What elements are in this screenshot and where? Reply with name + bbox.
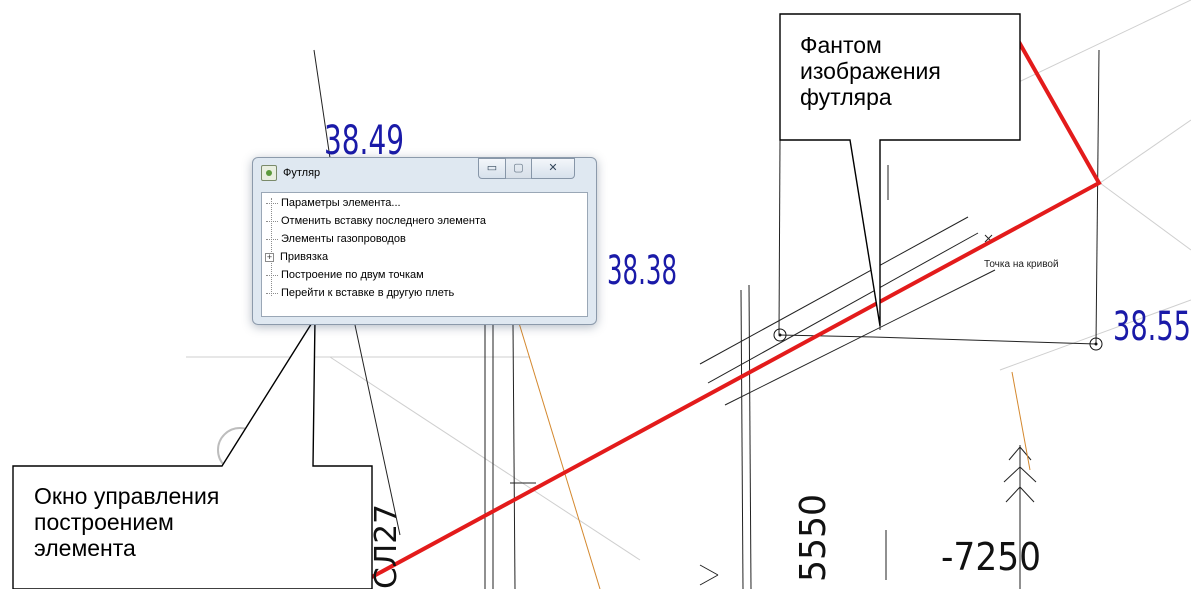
dim-label-7250: -7250 [941, 535, 1041, 579]
window-callout-line: Окно управления [34, 483, 220, 509]
tree-item-element-params[interactable]: Параметры элемента... [266, 194, 401, 212]
dim-label-3855: 38.55 [1113, 304, 1191, 350]
tree-item-label: Перейти к вставке в другую плеть [281, 287, 455, 299]
phantom-callout-text: Фантом изображения футляра [800, 32, 941, 110]
tree-connector [266, 220, 278, 222]
tree-item-label: Привязка [280, 251, 329, 263]
command-tree[interactable]: Параметры элемента... Отменить вставку п… [261, 192, 588, 317]
close-button[interactable]: ✕ [531, 158, 575, 179]
phantom-callout-line: изображения [800, 58, 941, 84]
dim-label-3838: 38.38 [607, 248, 677, 294]
window-callout-line: построением [34, 509, 174, 535]
futlyar-dialog[interactable]: Футляр ▭ ▢ ✕ Параметры элемента... Отмен… [252, 157, 597, 325]
tree-item-snap[interactable]: + Привязка [265, 248, 329, 266]
tree-item-gas-elements[interactable]: Элементы газопроводов [266, 230, 406, 248]
maximize-button[interactable]: ▢ [505, 158, 532, 179]
tree-item-label: Построение по двум точкам [281, 269, 424, 281]
maximize-icon: ▢ [513, 162, 524, 174]
tree-item-label: Элементы газопроводов [281, 233, 406, 245]
window-callout-line: элемента [34, 535, 136, 561]
minimize-icon: ▭ [486, 162, 498, 174]
point-on-curve-label: Точка на кривой [984, 259, 1059, 270]
tree-connector [266, 292, 278, 294]
tree-connector [266, 274, 278, 276]
close-icon: ✕ [548, 162, 558, 174]
tree-item-label: Отменить вставку последнего элемента [281, 215, 487, 227]
tree-connector [266, 238, 278, 240]
tree-item-two-points[interactable]: Построение по двум точкам [266, 266, 424, 284]
window-callout-text: Окно управления построением элемента [34, 483, 219, 561]
tree-connector [266, 202, 278, 204]
dialog-title: Футляр [283, 167, 321, 179]
phantom-callout-line: футляра [800, 84, 892, 110]
phantom-callout-line: Фантом [800, 32, 882, 58]
tree-item-label: Параметры элемента... [281, 197, 401, 209]
dim-label-5550: 5550 [793, 494, 834, 582]
minimize-button[interactable]: ▭ [478, 158, 506, 179]
app-icon [261, 165, 277, 181]
tree-item-other-string[interactable]: Перейти к вставке в другую плеть [266, 284, 454, 302]
dim-label-cl27: СЛ27 [369, 504, 404, 589]
dialog-titlebar[interactable]: Футляр [261, 164, 320, 182]
tree-item-undo-insert[interactable]: Отменить вставку последнего элемента [266, 212, 486, 230]
expand-icon[interactable]: + [265, 252, 274, 262]
